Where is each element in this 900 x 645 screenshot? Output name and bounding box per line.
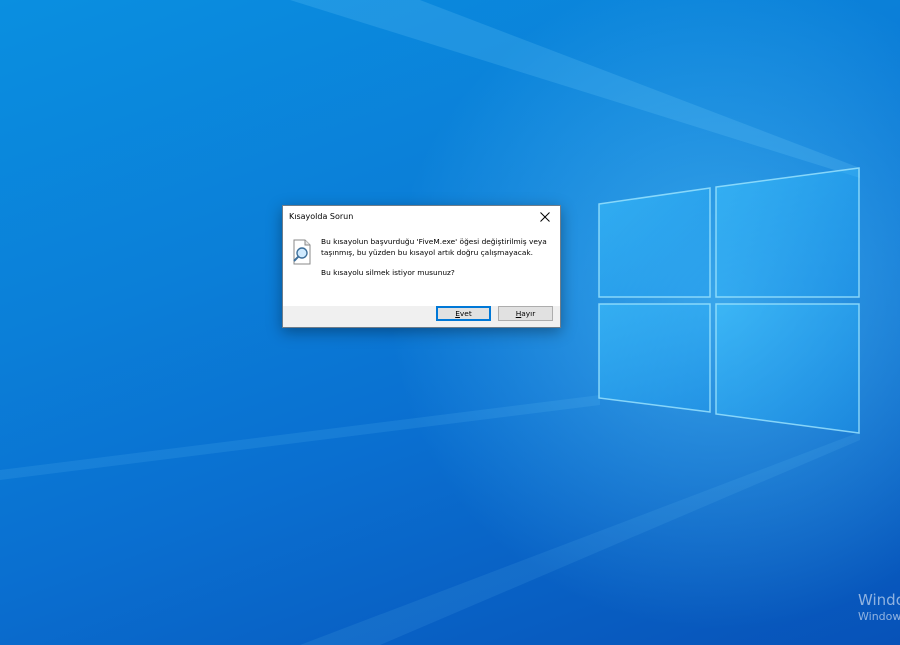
activation-watermark: Windo Window — [858, 591, 900, 625]
dialog-message: Bu kısayolun başvurduğu 'FiveM.exe' öğes… — [321, 237, 547, 257]
dialog-question: Bu kısayolu silmek istiyor musunuz? — [321, 268, 455, 277]
shortcut-search-icon — [293, 239, 311, 265]
watermark-line1: Windo — [858, 591, 900, 609]
dialog-title: Kısayolda Sorun — [289, 212, 354, 221]
no-button-label: Hayır — [515, 309, 536, 318]
close-icon — [540, 212, 550, 222]
watermark-line2: Window — [858, 610, 900, 623]
desktop-background: Windo Window Kısayolda Sorun Bu kısayolu… — [0, 0, 900, 645]
dialog-titlebar[interactable]: Kısayolda Sorun — [283, 206, 560, 228]
yes-button[interactable]: Evet — [436, 306, 491, 321]
yes-button-label: Evet — [455, 309, 472, 318]
no-button[interactable]: Hayır — [498, 306, 553, 321]
close-button[interactable] — [530, 206, 560, 228]
dialog-content: Bu kısayolun başvurduğu 'FiveM.exe' öğes… — [283, 228, 560, 306]
problem-with-shortcut-dialog: Kısayolda Sorun Bu kısayolun başvurduğu … — [282, 205, 561, 328]
